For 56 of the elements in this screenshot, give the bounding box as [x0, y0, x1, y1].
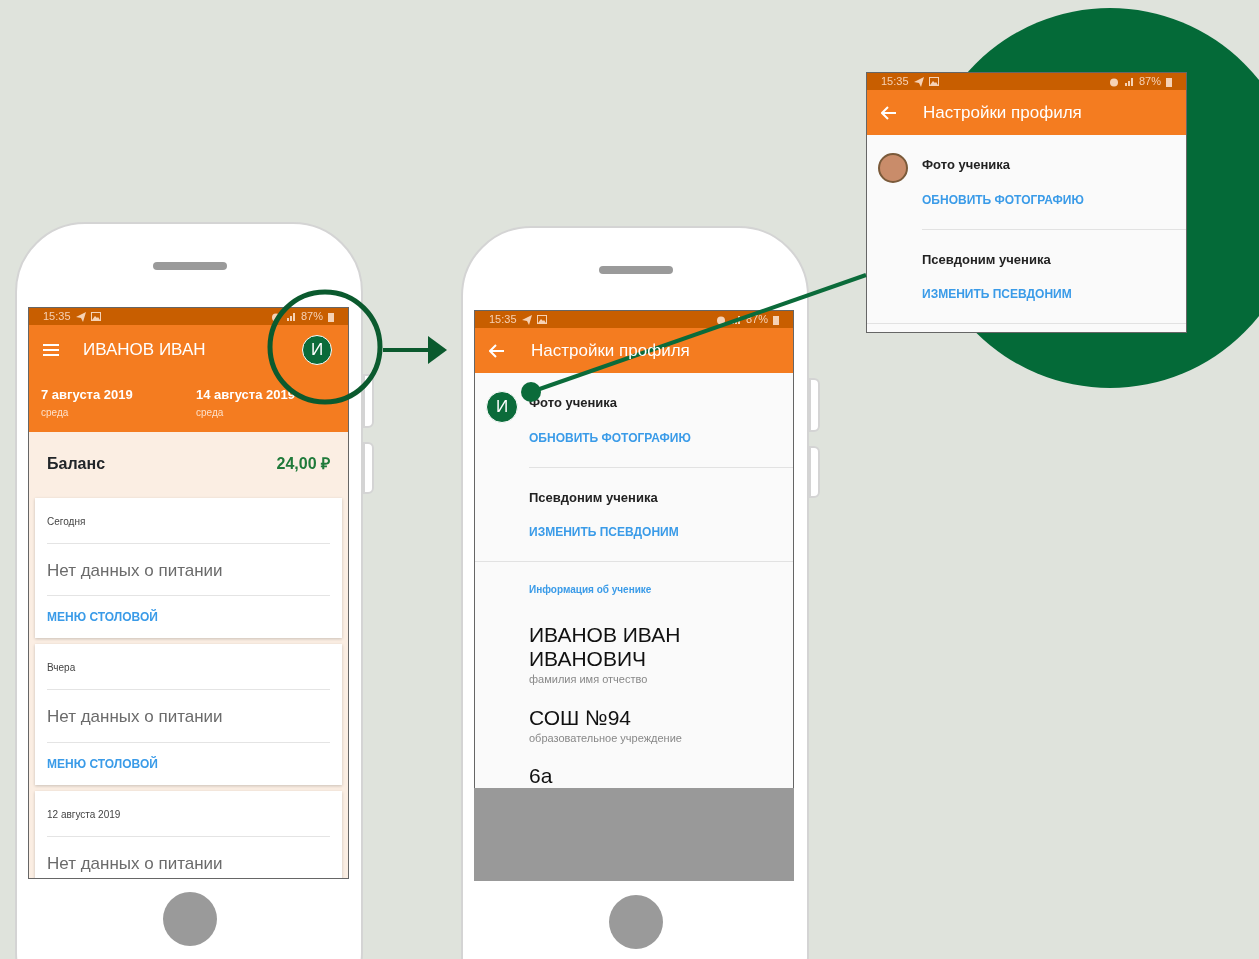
- signal-icon: [730, 315, 741, 324]
- row-action-link[interactable]: ИЗМЕНИТЬ ПСЕВДОНИМ: [922, 285, 1186, 303]
- canteen-menu-link[interactable]: МЕНЮ СТОЛОВОЙ: [47, 742, 330, 785]
- field-caption: фамилия имя отчество: [529, 672, 649, 688]
- row-action-link[interactable]: ОБНОВИТЬ ФОТОГРАФИЮ: [529, 428, 793, 447]
- send-icon: [75, 311, 86, 322]
- row-title: Псевдоним ученика: [529, 488, 659, 507]
- row-action-link[interactable]: ОБНОВИТЬ ФОТОГРАФИЮ: [922, 190, 1186, 209]
- row-title: Фото ученика: [922, 156, 1012, 174]
- row-title: Псевдоним ученика: [922, 250, 1052, 269]
- signal-icon: [1123, 77, 1134, 86]
- no-data-message: Нет данных о питании: [47, 852, 224, 875]
- status-time: 15:35: [881, 74, 909, 90]
- section-heading: Информация об ученике: [529, 583, 653, 597]
- avatar: И: [486, 391, 518, 423]
- week-day: среда: [41, 404, 196, 420]
- row-action-link[interactable]: ИЗМЕНИТЬ ПСЕВДОНИМ: [529, 523, 793, 541]
- battery-level: 87%: [300, 309, 323, 325]
- back-arrow-icon: [489, 343, 505, 358]
- arrow: [383, 336, 447, 364]
- avatar-button[interactable]: И: [302, 335, 332, 365]
- field-value: 6а: [529, 764, 554, 789]
- battery-level: 87%: [1138, 74, 1161, 90]
- image-icon: [928, 77, 939, 86]
- side-key: [363, 442, 374, 494]
- image-icon: [90, 312, 101, 321]
- balance-amount: 24,00 ₽: [276, 453, 330, 474]
- week-day: среда: [196, 404, 336, 420]
- field-value: СОШ №94: [529, 705, 632, 730]
- battery-icon: [328, 311, 334, 322]
- photo-placeholder: [878, 153, 908, 183]
- battery-icon: [773, 314, 779, 325]
- signal-icon: [285, 312, 296, 321]
- battery-icon: [1166, 76, 1172, 87]
- menu-icon: [43, 344, 59, 356]
- side-key: [809, 446, 820, 498]
- day-label: Вчера: [47, 644, 330, 690]
- screen-title: Настройки профиля: [923, 101, 1083, 124]
- status-time: 15:35: [489, 312, 517, 328]
- side-key: [363, 374, 374, 428]
- send-icon: [913, 76, 924, 87]
- field-value: ИВАНОВ ИВАН ИВАНОВИЧ: [529, 623, 682, 672]
- send-icon: [521, 314, 532, 325]
- back-arrow-icon: [881, 105, 897, 120]
- no-data-message: Нет данных о питании: [47, 543, 330, 596]
- canteen-menu-link[interactable]: МЕНЮ СТОЛОВОЙ: [47, 596, 330, 638]
- status-time: 15:35: [43, 309, 71, 325]
- side-key: [809, 378, 820, 432]
- app-title: ИВАНОВ ИВАН: [83, 339, 207, 362]
- no-data-message: Нет данных о питании: [47, 690, 330, 743]
- week-date[interactable]: 7 августа 2019: [41, 385, 196, 405]
- image-icon: [536, 315, 547, 324]
- balance-label: Баланс: [47, 453, 106, 474]
- field-caption: образовательное учреждение: [529, 730, 683, 746]
- day-label: Сегодня: [47, 497, 330, 544]
- day-label: 12 августа 2019: [47, 790, 330, 837]
